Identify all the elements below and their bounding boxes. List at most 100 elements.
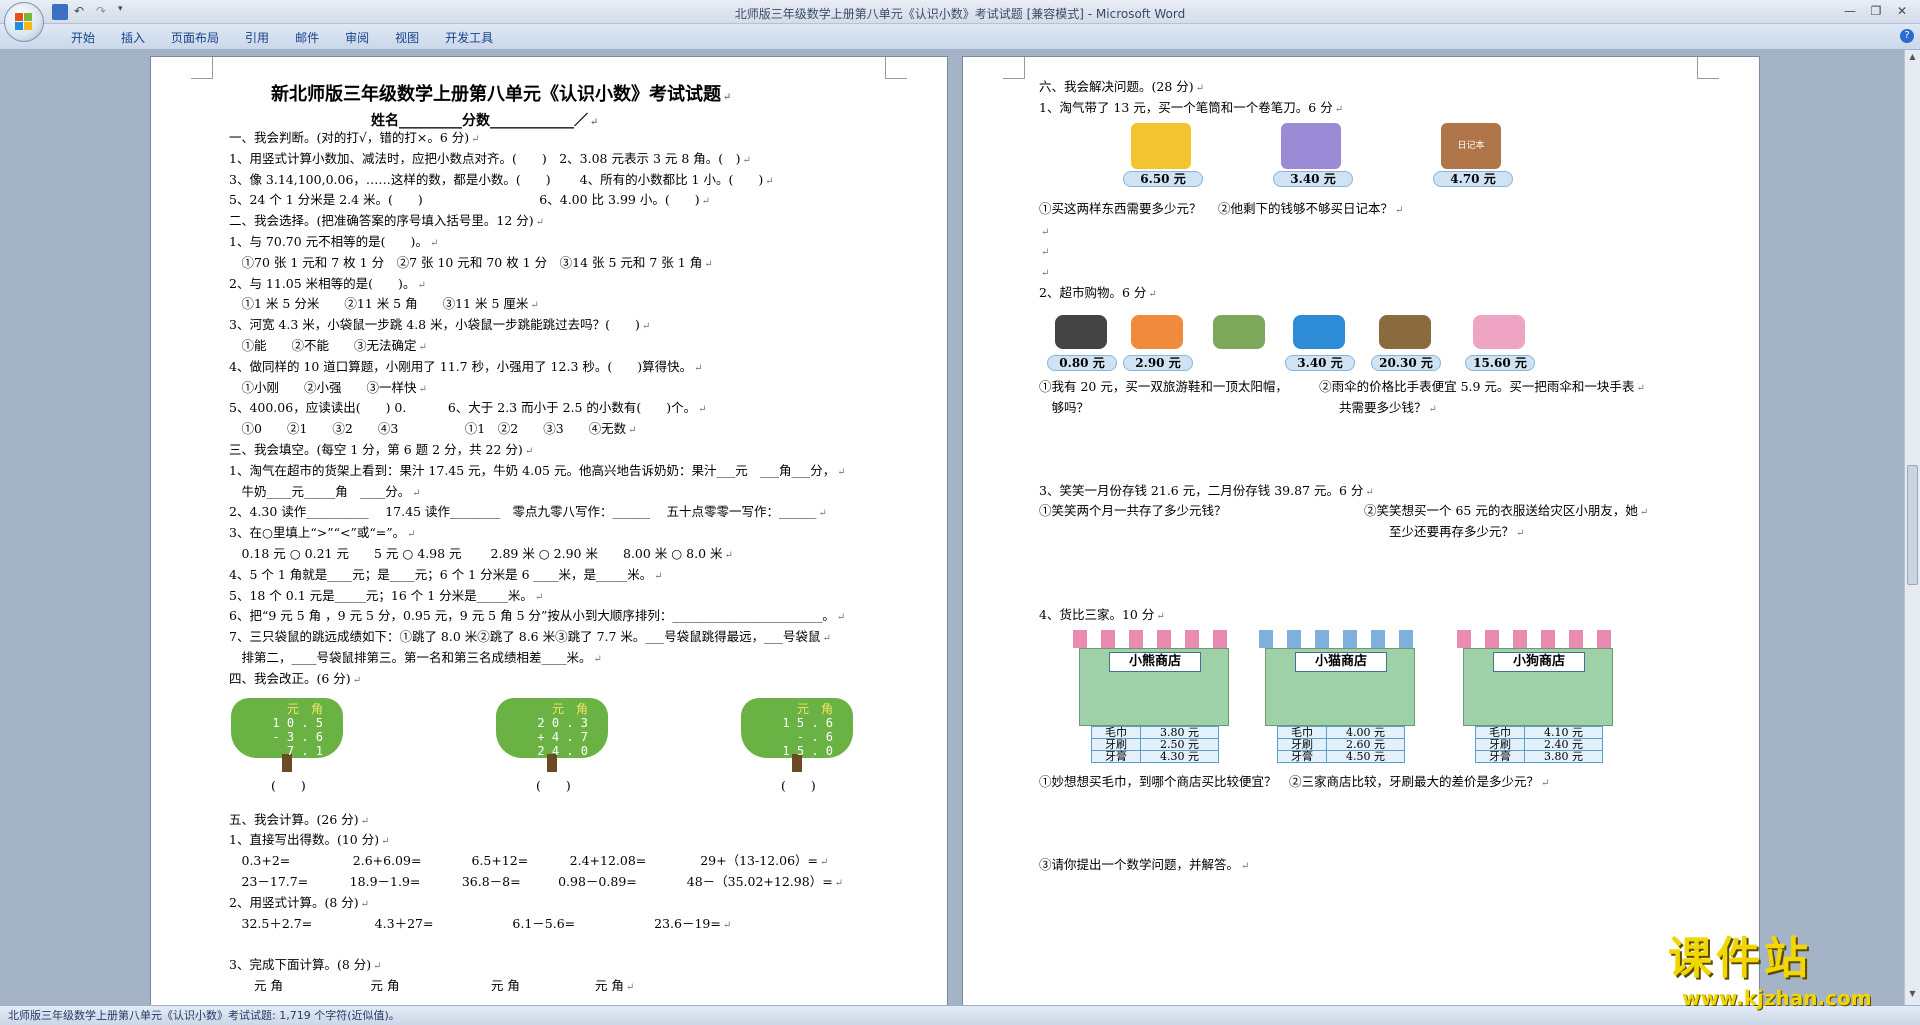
question-line: 一、我会判断。(对的打√，错的打×。6 分) ↵ [229, 130, 480, 145]
question-line: 牛奶____元_____角 ____分。 ↵ [229, 483, 421, 499]
table-cell: 3.80 元 [1140, 725, 1219, 739]
price-tag: 4.70 元 [1433, 170, 1513, 187]
ribbon-tab[interactable]: 视图 [382, 29, 432, 46]
question-line: ③请你提出一个数学问题，并解答。 ↵ [1039, 857, 1250, 872]
table-cell: 毛巾 [1474, 725, 1526, 739]
scroll-thumb[interactable] [1907, 465, 1918, 585]
maximize-icon[interactable]: ❐ [1864, 2, 1888, 20]
umbrella-icon [1213, 315, 1265, 349]
question-line: 5、24 个 1 分米是 2.4 米。( ) 6、4.00 比 3.99 小。(… [229, 192, 710, 208]
vertical-scrollbar[interactable]: ▲ ▼ [1904, 50, 1920, 1005]
question-line: 够吗？ 共需要多少钱？ ↵ [1039, 399, 1437, 415]
watermark-cn: 课件站 [1668, 933, 1812, 984]
watermark-logo: 课件站 www.kjzhan.com [1668, 922, 1904, 1010]
tree-header: 元 角 [551, 701, 588, 716]
ribbon-tab[interactable]: 页面布局 [158, 29, 232, 46]
empty-line: ↵ [1041, 268, 1050, 280]
table-cell: 牙膏 [1474, 749, 1526, 763]
correction-tree-3: 元 角1 5 . 6- . 61 5 . 0 [741, 697, 853, 772]
question-line: 4、5 个 1 角就是____元；是____元；6 个 1 分米是 6 ____… [229, 566, 663, 582]
ribbon-tabs: 开始 插入 页面布局 引用 邮件 审阅 视图 开发工具 [58, 29, 506, 46]
ribbon-tab[interactable]: 开始 [58, 29, 108, 46]
table-cell: 3.80 元 [1524, 749, 1603, 763]
correction-tree-1: 元 角1 0 . 5- 3 . 6 7 . 1 [231, 697, 343, 772]
table-row: 牙膏 3.80 元 [1474, 749, 1603, 763]
question-line: 1、淘气带了 13 元，买一个笔筒和一个卷笔刀。6 分 ↵ [1039, 99, 1344, 115]
correction-tree-2: 元 角2 0 . 3 + 4 . 72 4 . 0 [496, 697, 608, 772]
question-line: 3、河宽 4.3 米，小袋鼠一步跳 4.8 米，小袋鼠一步跳能跳过去吗？( ) ↵ [229, 317, 651, 333]
scroll-up-icon[interactable]: ▲ [1907, 52, 1918, 64]
ribbon-tab[interactable]: 插入 [108, 29, 158, 46]
table-cell: 4.00 元 [1326, 725, 1405, 739]
table-cell: 牙刷 [1276, 737, 1328, 751]
ribbon-tab[interactable]: 引用 [232, 29, 282, 46]
office-button[interactable] [4, 2, 44, 42]
shop-sign: 小狗商店 [1493, 651, 1585, 672]
tree-digit-row: 1 5 . 6 [782, 715, 833, 730]
table-row: 牙刷 2.60 元 [1276, 737, 1405, 751]
calculation-line: 32.5＋2.7= 4.3＋27= 6.1－5.6= 23.6－19= ↵ [229, 915, 732, 931]
ribbon-tab[interactable]: 开发工具 [432, 29, 506, 46]
tree-header: 元 角 [286, 701, 323, 716]
table-row: 牙刷 2.50 元 [1090, 737, 1219, 751]
document-title: 新北师版三年级数学上册第八单元《认识小数》考试试题 ↵ [271, 84, 732, 105]
question-line: 0.18 元 ○ 0.21 元 5 元 ○ 4.98 元 2.89 米 ○ 2.… [229, 546, 733, 561]
question-line: 7、三只袋鼠的跳远成绩如下：①跳了 8.0 米②跳了 8.6 米③跳了 7.7 … [229, 629, 831, 645]
question-line: 至少还要再存多少元？ ↵ [1039, 524, 1525, 540]
scroll-down-icon[interactable]: ▼ [1907, 989, 1918, 1001]
name-score-line: 姓名_________分数____________／ ↵ [371, 113, 599, 129]
calculation-line: 0.3+2= 2.6+6.09= 6.5+12= 2.4+12.08= 29+（… [229, 853, 829, 869]
shop-price-table: 毛巾 4.00 元牙刷 2.60 元牙膏 4.50 元 [1276, 725, 1405, 763]
question-line: ①能 ②不能 ③无法确定 ↵ [229, 338, 427, 353]
table-cell: 2.50 元 [1140, 737, 1219, 751]
price-tag: 3.40 元 [1285, 355, 1355, 371]
question-line: 1、淘气在超市的货架上看到：果汁 17.45 元，牛奶 4.05 元。他高兴地告… [229, 462, 846, 478]
document-workspace: 新北师版三年级数学上册第八单元《认识小数》考试试题 ↵ 姓名_________分数… [0, 50, 1904, 1005]
table-cell: 4.10 元 [1524, 725, 1603, 739]
table-cell: 4.30 元 [1140, 749, 1219, 763]
ribbon-tab[interactable]: 邮件 [282, 29, 332, 46]
calculation-line: 元 角 元 角 元 角 元 角 ↵ [229, 978, 635, 993]
notebook-icon: 日记本 [1441, 122, 1501, 169]
table-row: 牙膏 4.50 元 [1276, 749, 1405, 763]
question-line: ①70 张 1 元和 7 枚 1 分 ②7 张 10 元和 70 枚 1 分 ③… [229, 254, 713, 270]
pencil-sharpener-icon [1281, 122, 1341, 169]
question-line: 4、货比三家。10 分 ↵ [1039, 607, 1165, 622]
ribbon-tab[interactable]: 审阅 [332, 29, 382, 46]
shop-2: 小猫商店毛巾 4.00 元牙刷 2.60 元牙膏 4.50 元 [1259, 629, 1419, 763]
calculation-line: 1、直接写出得数。(10 分) ↵ [229, 832, 390, 848]
question-line: ①1 米 5 分米 ②11 米 5 角 ③11 米 5 厘米 ↵ [229, 296, 539, 312]
tree-digit-row: 2 4 . 0 [537, 743, 588, 758]
question-line: 6、把“9 元 5 角 ，9 元 5 分，0.95 元，9 元 5 角 5 分”… [229, 608, 846, 624]
window-controls: — ❐ ✕ [1838, 2, 1914, 20]
title-bar: ↶ ↷ ▾ 北师版三年级数学上册第八单元《认识小数》考试试题 [兼容模式] - … [0, 0, 1920, 24]
battery-icon [1055, 315, 1107, 349]
table-row: 毛巾 3.80 元 [1090, 725, 1219, 739]
empty-line: ↵ [1041, 247, 1050, 259]
table-cell: 牙刷 [1474, 737, 1526, 751]
window-title: 北师版三年级数学上册第八单元《认识小数》考试试题 [兼容模式] - Micros… [734, 7, 1186, 21]
price-tag: 15.60 元 [1465, 355, 1535, 371]
close-icon[interactable]: ✕ [1890, 2, 1914, 20]
tree-digit-row: + 4 . 7 [537, 729, 588, 744]
question-line: 2、与 11.05 米相等的是( )。 ↵ [229, 275, 426, 291]
minimize-icon[interactable]: — [1838, 2, 1862, 20]
watermark-url: www.kjzhan.com [1682, 986, 1872, 1010]
ribbon-tabs-bar: 开始 插入 页面布局 引用 邮件 审阅 视图 开发工具 ? [0, 24, 1920, 50]
shop-sign: 小猫商店 [1295, 651, 1387, 672]
question-line: 3、像 3.14,100,0.06，……这样的数，都是小数。( ) 4、所有的小… [229, 171, 774, 187]
help-icon[interactable]: ? [1900, 29, 1914, 43]
table-cell: 2.40 元 [1524, 737, 1603, 751]
price-tag: 3.40 元 [1273, 170, 1353, 187]
question-line: ①小刚 ②小强 ③一样快 ↵ [229, 379, 427, 395]
pen-holder-icon [1131, 122, 1191, 169]
question-line: 三、我会填空。(每空 1 分，第 6 题 2 分，共 22 分) ↵ [229, 442, 534, 457]
tree-digit-row: - 3 . 6 [272, 729, 323, 744]
table-row: 牙刷 2.40 元 [1474, 737, 1603, 751]
table-row: 牙膏 4.30 元 [1090, 749, 1219, 763]
tree-header: 元 角 [796, 701, 833, 716]
question-line: 六、我会解决问题。(28 分) ↵ [1039, 79, 1205, 94]
question-line: ①妙想想买毛巾，到哪个商店买比较便宜？ ②三家商店比较，牙刷最大的差价是多少元？… [1039, 773, 1550, 789]
question-line: 4、做同样的 10 道口算题，小刚用了 11.7 秒，小强用了 12.3 秒。(… [229, 358, 703, 374]
shoes-icon [1473, 315, 1525, 349]
